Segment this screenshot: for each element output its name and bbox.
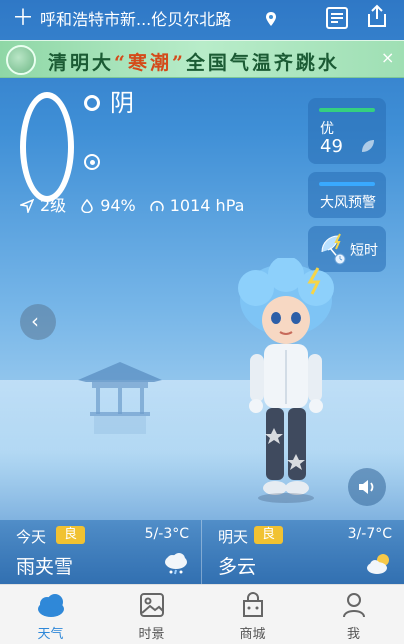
nav-tab-profile[interactable]: 我	[303, 585, 404, 644]
wind-direction-icon	[20, 199, 34, 213]
news-list-icon[interactable]	[326, 7, 348, 29]
wind-level: 2级	[40, 196, 67, 215]
bottom-navigation: 天气 时景 商城 我	[0, 584, 404, 644]
previous-page-button[interactable]: ‹	[20, 304, 56, 340]
forecast-tomorrow[interactable]: 明天 良 3/-7°C 多云	[201, 520, 404, 584]
location-pin-icon[interactable]	[266, 12, 276, 26]
nav-label: 商城	[239, 627, 266, 642]
aqi-level: 优	[320, 121, 334, 137]
wind-warning-card[interactable]: 大风预警	[308, 172, 386, 218]
degree-symbol	[84, 95, 100, 111]
share-icon[interactable]	[366, 4, 388, 28]
current-condition: 阴	[110, 89, 134, 117]
banner-text-end: 全国气温齐跳水	[185, 52, 340, 74]
banner-close-button[interactable]: ×	[381, 48, 394, 67]
pressure-icon	[150, 201, 164, 212]
temperature-range: 3/-7°C	[347, 526, 392, 542]
shop-icon	[243, 592, 263, 617]
add-city-icon[interactable]: ＋	[12, 7, 34, 31]
speaker-icon	[359, 480, 374, 494]
forecast-condition: 雨夹雪	[16, 556, 74, 578]
background-scene	[0, 380, 404, 520]
partly-cloudy-icon	[367, 554, 389, 574]
chat-bubble-icon[interactable]	[84, 154, 100, 170]
aqi-badge: 良	[254, 526, 284, 544]
nav-label: 时景	[138, 627, 165, 642]
leaf-icon	[362, 140, 374, 152]
current-stats: 2级 94% 1014 hPa	[20, 196, 258, 216]
banner-logo-icon	[6, 45, 36, 75]
nav-label: 我	[346, 627, 360, 642]
warning-label: 大风预警	[320, 195, 376, 211]
banner-text: 清明大“寒潮”全国气温齐跳水	[48, 48, 340, 75]
chevron-left-icon: ‹	[31, 309, 39, 333]
humidity-value: 94%	[100, 196, 136, 215]
warning-bar	[319, 182, 375, 186]
location-label[interactable]: 呼和浩特市新...伦贝尔北路	[40, 10, 231, 30]
voice-broadcast-button[interactable]	[348, 468, 386, 506]
nav-tab-shop[interactable]: 商城	[202, 585, 303, 644]
forecast-today[interactable]: 今天 良 5/-3°C 雨夹雪	[0, 520, 201, 584]
short-term-label: 短时	[350, 243, 378, 259]
humidity-icon	[81, 199, 93, 213]
aqi-badge: 良	[56, 526, 86, 544]
aqi-bar	[319, 108, 375, 112]
nav-tab-scenes[interactable]: 时景	[101, 585, 202, 644]
daily-forecast-strip: 今天 良 5/-3°C 雨夹雪 明天 良 3/-7°C 多云	[0, 520, 404, 584]
air-quality-card[interactable]: 优 49	[308, 98, 386, 164]
top-bar: ＋ 呼和浩特市新...伦贝尔北路	[0, 0, 404, 40]
nav-label: 天气	[37, 627, 64, 642]
pressure-value: 1014 hPa	[169, 196, 245, 215]
forecast-day-label: 今天	[16, 528, 47, 546]
cartoon-character	[238, 258, 334, 503]
photo-icon	[140, 593, 164, 617]
banner-highlight: “寒潮”	[114, 52, 186, 74]
forecast-day-label: 明天	[218, 528, 249, 546]
profile-icon	[343, 593, 365, 618]
sleet-icon	[165, 553, 187, 575]
forecast-condition: 多云	[218, 556, 257, 578]
nav-tab-weather[interactable]: 天气	[0, 585, 101, 644]
aqi-value: 49	[320, 136, 343, 157]
current-temperature	[20, 92, 74, 202]
temperature-range: 5/-3°C	[144, 526, 189, 542]
banner-text-start: 清明大	[48, 52, 115, 74]
pavilion-illustration	[78, 362, 162, 434]
weather-icon	[38, 594, 64, 617]
promo-banner[interactable]: 清明大“寒潮”全国气温齐跳水 ×	[0, 40, 404, 78]
